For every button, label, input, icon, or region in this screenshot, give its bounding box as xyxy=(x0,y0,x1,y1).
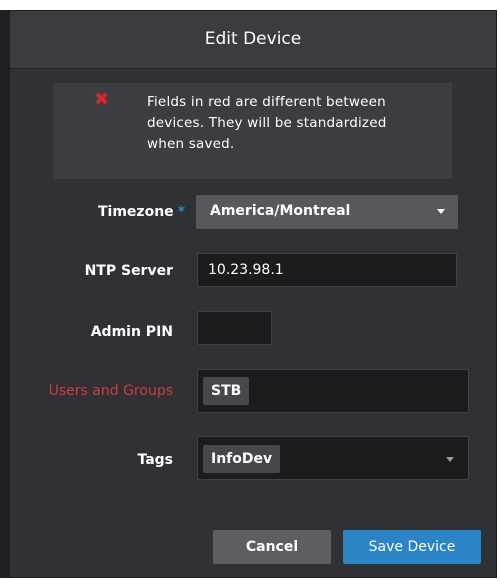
admin-pin-input[interactable] xyxy=(197,311,272,345)
chevron-down-icon xyxy=(437,209,445,214)
ntp-server-input[interactable]: 10.23.98.1 xyxy=(197,253,457,287)
required-star-icon: * xyxy=(177,204,185,220)
admin-pin-label: Admin PIN xyxy=(90,324,173,340)
error-x-icon: ✖ xyxy=(94,89,110,110)
users-groups-input[interactable]: STB xyxy=(197,369,469,413)
timezone-label: Timezone * xyxy=(50,204,185,220)
modal-backdrop xyxy=(0,10,9,578)
tags-input[interactable]: InfoDev xyxy=(197,436,469,480)
tag-chip-infodev[interactable]: InfoDev xyxy=(203,445,281,473)
users-groups-label: Users and Groups xyxy=(48,383,173,399)
ntp-server-value: 10.23.98.1 xyxy=(208,262,284,278)
edit-device-dialog: Edit Device ✖ Fields in red are differen… xyxy=(9,10,497,578)
warning-message: ✖ Fields in red are different between de… xyxy=(53,83,452,179)
chevron-down-icon[interactable] xyxy=(446,457,454,462)
timezone-label-text: Timezone xyxy=(98,204,174,220)
dialog-title: Edit Device xyxy=(204,29,302,49)
tags-label: Tags xyxy=(137,452,173,468)
cancel-button[interactable]: Cancel xyxy=(213,530,331,564)
ntp-server-label: NTP Server xyxy=(84,263,173,279)
timezone-value: America/Montreal xyxy=(210,203,351,219)
tag-chip-stb[interactable]: STB xyxy=(203,377,250,405)
dialog-header: Edit Device xyxy=(10,11,496,69)
timezone-select[interactable]: America/Montreal xyxy=(196,195,458,229)
save-device-button[interactable]: Save Device xyxy=(343,530,481,564)
warning-text: Fields in red are different between devi… xyxy=(147,94,387,152)
